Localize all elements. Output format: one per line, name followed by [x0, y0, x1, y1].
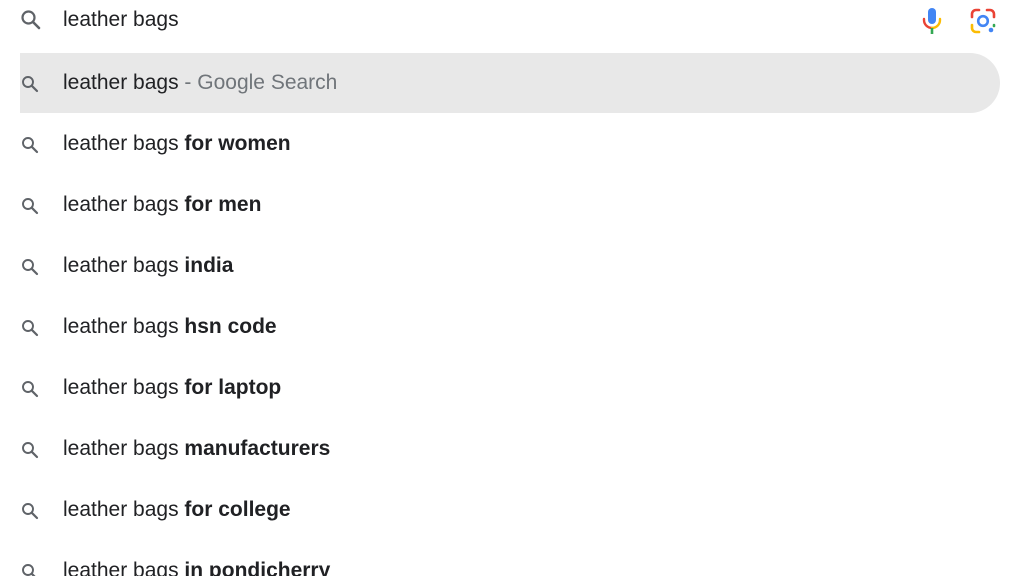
suggestion-item[interactable]: leather bags india — [0, 236, 1024, 297]
suggestion-label: leather bags manufacturers — [63, 437, 331, 460]
search-icon — [19, 8, 43, 32]
search-page: leather bags leather bags - Google Searc… — [0, 0, 1024, 576]
suggestion-google-search[interactable]: leather bags - Google Search — [20, 53, 1000, 113]
search-icon — [20, 440, 40, 460]
search-input[interactable]: leather bags — [63, 7, 179, 33]
search-bar[interactable]: leather bags — [0, 0, 1024, 42]
search-icon — [20, 196, 40, 216]
suggestion-item[interactable]: leather bags in pondicherry — [0, 541, 1024, 576]
suggestion-label: leather bags for women — [63, 132, 291, 155]
microphone-icon[interactable] — [919, 6, 945, 36]
suggestion-label: leather bags for laptop — [63, 376, 282, 399]
suggestion-item[interactable]: leather bags for women — [0, 114, 1024, 175]
search-icon — [20, 379, 40, 399]
search-icon — [20, 562, 40, 576]
suggestion-label: leather bags for college — [63, 498, 291, 521]
suggestions-list: leather bags - Google Search leather bag… — [0, 53, 1024, 576]
suggestion-item[interactable]: leather bags for college — [0, 480, 1024, 541]
suggestion-item[interactable]: leather bags for laptop — [0, 358, 1024, 419]
search-icon — [20, 74, 40, 94]
suggestion-item[interactable]: leather bags manufacturers — [0, 419, 1024, 480]
search-icon — [20, 501, 40, 521]
search-icon — [20, 135, 40, 155]
suggestion-item[interactable]: leather bags hsn code — [0, 297, 1024, 358]
suggestion-label: leather bags india — [63, 254, 234, 277]
suggestion-label: leather bags for men — [63, 193, 262, 216]
suggestion-label: leather bags - Google Search — [63, 71, 338, 94]
suggestion-label: leather bags in pondicherry — [63, 559, 331, 576]
search-icon — [20, 257, 40, 277]
search-icon — [20, 318, 40, 338]
suggestion-item[interactable]: leather bags for men — [0, 175, 1024, 236]
google-lens-icon[interactable] — [968, 6, 998, 36]
suggestion-label: leather bags hsn code — [63, 315, 277, 338]
